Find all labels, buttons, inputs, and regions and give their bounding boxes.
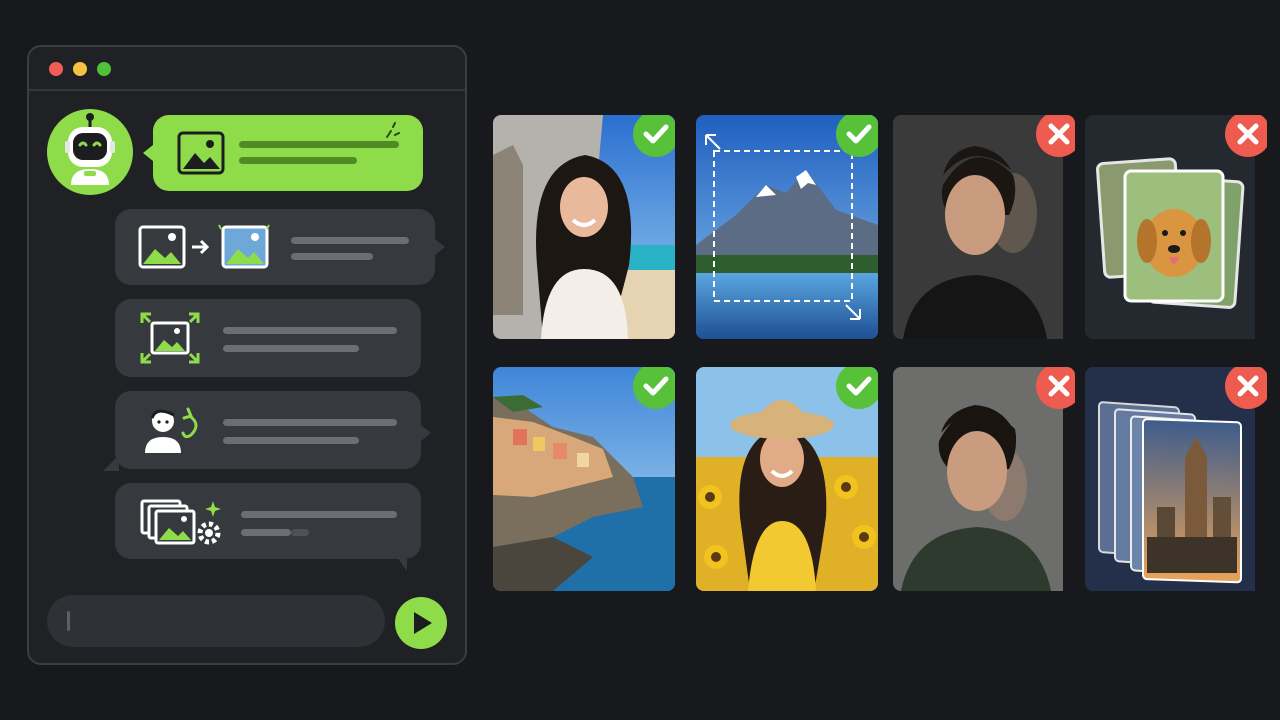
user-message-batch-settings[interactable] (115, 483, 421, 571)
check-icon (643, 376, 669, 396)
message-text-line (241, 529, 291, 536)
result-tile-mountain-lake[interactable] (696, 115, 878, 339)
message-text-line (291, 253, 373, 260)
assistant-avatar (47, 109, 133, 195)
success-badge (836, 115, 878, 157)
text-cursor (67, 611, 70, 631)
send-button[interactable] (395, 597, 447, 649)
result-tile-woman-beach[interactable] (493, 115, 675, 339)
minimize-window-button[interactable] (73, 62, 87, 76)
image-to-image-icon (138, 224, 270, 269)
result-tile-dog-stack[interactable] (1085, 115, 1267, 339)
result-tile-coastal-village[interactable] (493, 367, 675, 591)
success-badge (633, 367, 675, 409)
check-icon (846, 376, 872, 396)
message-text-line (241, 511, 397, 518)
message-text-line (239, 157, 357, 164)
close-icon (1048, 375, 1070, 397)
message-text-line (239, 141, 399, 148)
chat-window (27, 45, 467, 665)
send-icon (414, 612, 432, 634)
close-icon (1237, 375, 1259, 397)
result-tile-woman-sunflowers[interactable] (696, 367, 878, 591)
user-message-face-swap[interactable] (103, 391, 431, 471)
close-icon (1237, 123, 1259, 145)
result-tile-man-portrait-duplicate[interactable] (893, 367, 1075, 591)
close-icon (1048, 123, 1070, 145)
message-text-line (223, 327, 397, 334)
success-badge (836, 367, 878, 409)
close-window-button[interactable] (49, 62, 63, 76)
robot-icon (65, 113, 115, 185)
result-tile-city-stack[interactable] (1085, 367, 1267, 591)
fail-badge (1225, 115, 1267, 157)
user-message-image-to-image[interactable] (115, 209, 445, 285)
maximize-window-button[interactable] (97, 62, 111, 76)
fail-badge (1036, 367, 1075, 409)
check-icon (846, 124, 872, 144)
user-message-expand-image[interactable] (115, 299, 421, 377)
message-text-line (223, 345, 359, 352)
message-text-line (223, 419, 397, 426)
fail-badge (1036, 115, 1075, 157)
image-icon (177, 131, 225, 175)
title-bar (29, 47, 465, 91)
message-input[interactable] (47, 595, 385, 647)
expand-image-icon (140, 312, 200, 364)
message-text-line (291, 237, 409, 244)
success-badge (633, 115, 675, 157)
face-swap-icon (145, 407, 198, 453)
check-icon (643, 124, 669, 144)
fail-badge (1225, 367, 1267, 409)
sparkle-icon (386, 122, 400, 138)
assistant-message (143, 115, 423, 191)
result-tile-man-portrait-ghost[interactable] (893, 115, 1075, 339)
batch-settings-icon (140, 499, 221, 545)
message-text-line (223, 437, 359, 444)
